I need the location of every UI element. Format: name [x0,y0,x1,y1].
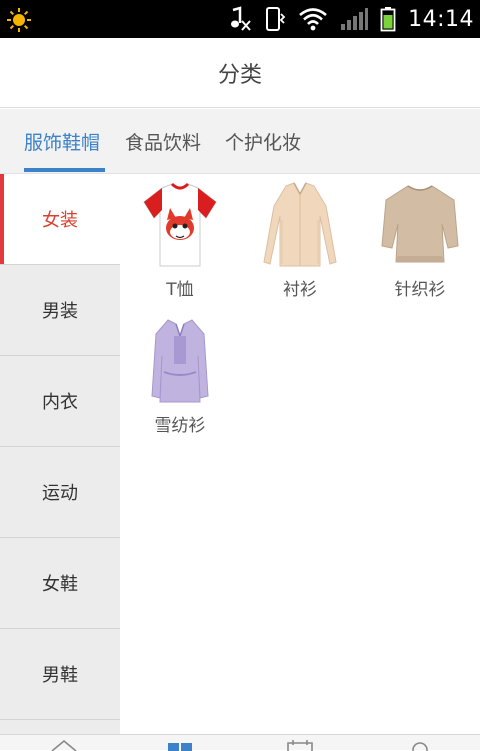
product-grid: T恤 衬衫 针织衫 雪纺衫 [120,174,480,734]
music-muted-icon [231,6,251,31]
category-sidebar: 女装 男装 内衣 运动 女鞋 男鞋 [0,174,120,734]
sidebar-item-label: 女装 [42,210,78,231]
sidebar-item-label: 男鞋 [42,665,78,686]
product-label: 针织衫 [394,280,446,300]
active-tab-indicator [24,168,105,172]
active-marker [0,174,4,264]
product-label: T恤 [166,280,194,300]
profile-icon[interactable] [400,739,440,751]
sidebar-item-label: 内衣 [42,392,78,413]
sidebar-item-womens[interactable]: 女装 [0,174,120,265]
category-icon[interactable] [160,739,200,751]
chiffon-blouse-icon [151,319,209,403]
sidebar-item-mens-shoes[interactable]: 男鞋 [0,629,120,720]
signal-icon [341,8,369,30]
tab-apparel[interactable]: 服饰鞋帽 [24,109,100,174]
sidebar-item-womens-shoes[interactable]: 女鞋 [0,538,120,629]
product-chiffon[interactable]: 雪纺衫 [120,310,240,450]
calendar-icon[interactable] [280,739,320,751]
battery-icon [380,7,396,32]
sidebar-item-sports[interactable]: 运动 [0,447,120,538]
bottom-nav [0,734,480,751]
clock: 14:14 [408,6,474,32]
sidebar-item-label: 男装 [42,301,78,322]
tab-food[interactable]: 食品饮料 [125,109,201,174]
product-shirt[interactable]: 衬衫 [240,174,360,314]
knit-sweater-icon [381,185,459,263]
page-title: 分类 [217,62,262,88]
product-label: 雪纺衫 [154,416,206,436]
vibrate-icon [266,7,286,31]
product-tshirt[interactable]: T恤 [120,174,240,314]
product-knit[interactable]: 针织衫 [360,174,480,314]
sidebar-item-label: 女鞋 [42,574,78,595]
title-bar: 分类 [0,38,480,108]
sidebar-item-underwear[interactable]: 内衣 [0,356,120,447]
wifi-icon [299,8,327,31]
sun-icon [7,8,31,32]
tab-personal-care[interactable]: 个护化妆 [225,109,301,174]
status-bar: 14:14 [0,0,480,38]
category-tabs: 服饰鞋帽 食品饮料 个护化妆 [0,109,480,174]
shirt-icon [263,182,337,267]
sidebar-item-label: 运动 [42,483,78,504]
home-icon[interactable] [44,739,84,751]
tshirt-icon [143,182,217,267]
sidebar-item-mens[interactable]: 男装 [0,265,120,356]
product-label: 衬衫 [283,280,317,300]
